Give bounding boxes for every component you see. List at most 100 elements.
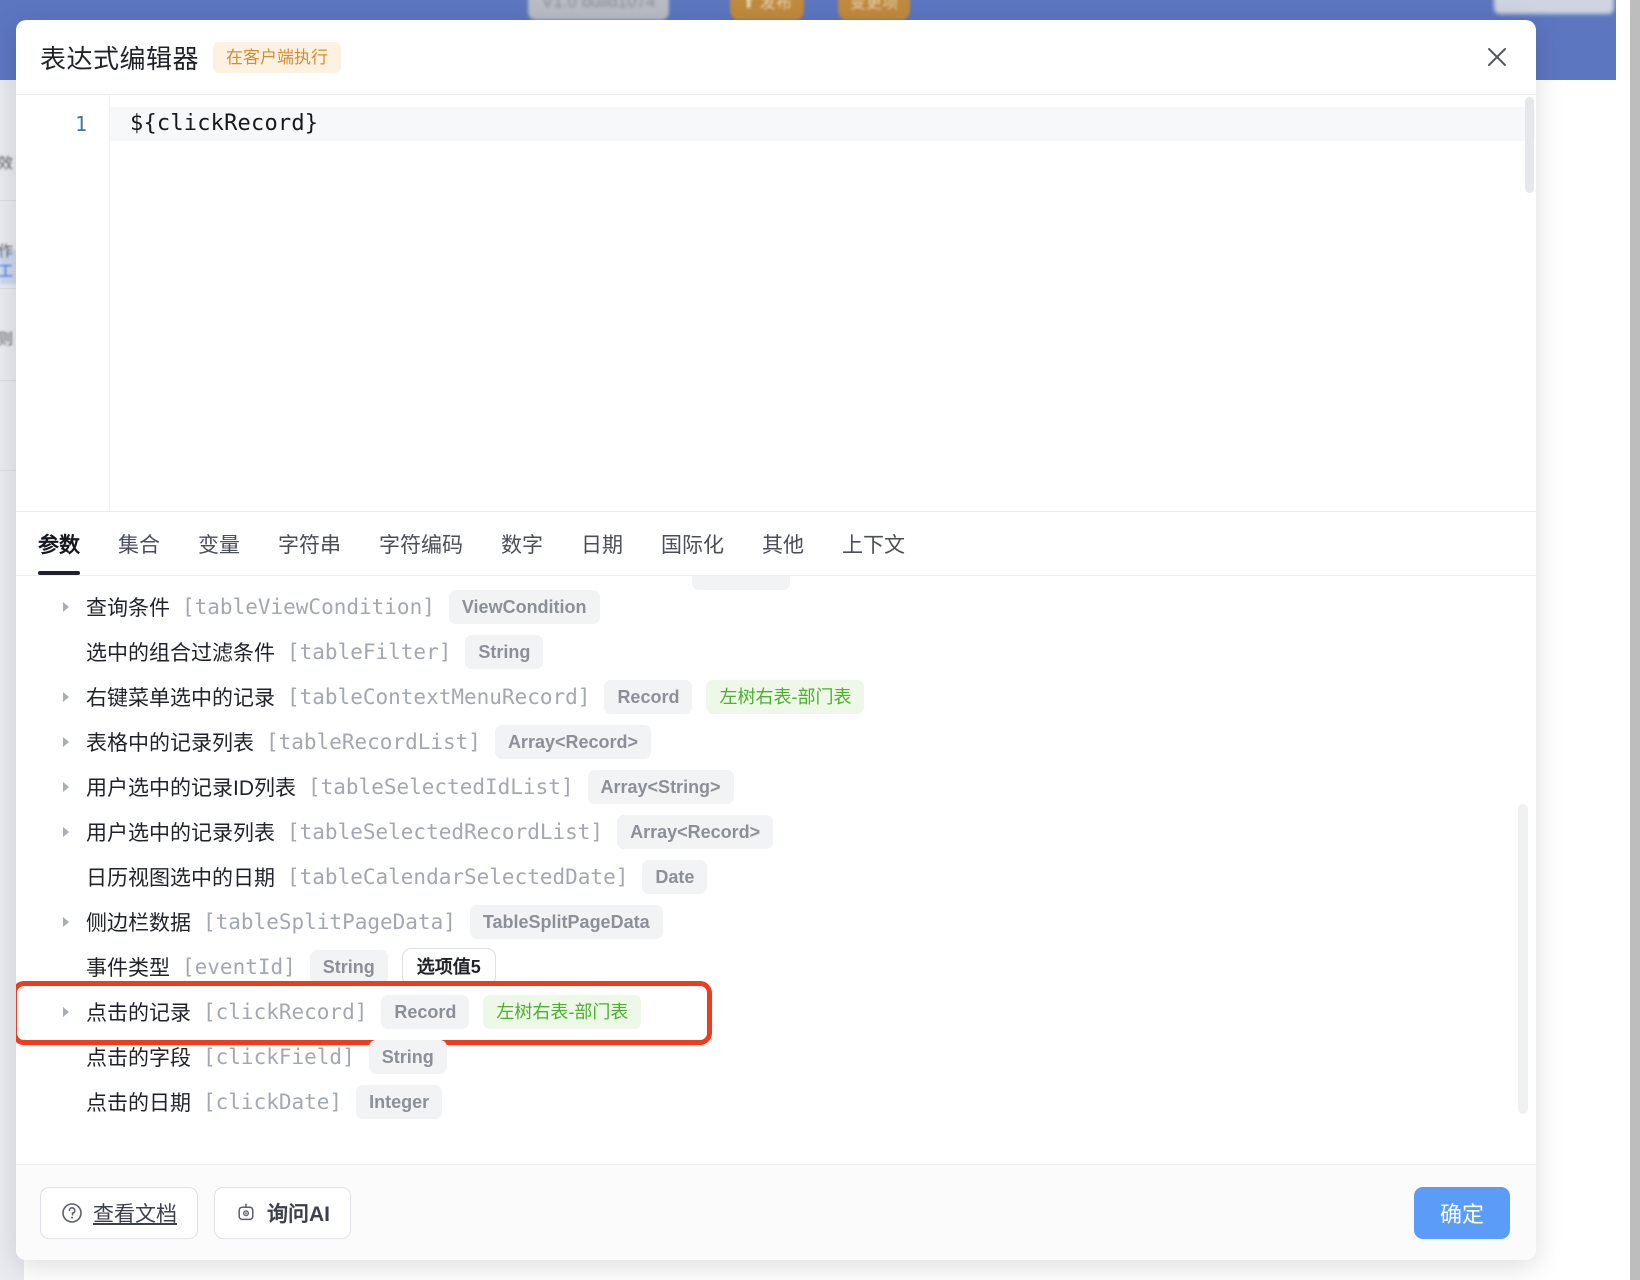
tab-0[interactable]: 参数 bbox=[38, 512, 80, 575]
parameter-key: [tableSelectedIdList] bbox=[308, 774, 574, 799]
parameter-type-chip: Array<Record> bbox=[494, 724, 652, 759]
parameter-type-chip: Integer bbox=[356, 1084, 443, 1119]
parameter-key: [tableRecordList] bbox=[266, 729, 481, 754]
chevron-right-icon[interactable] bbox=[60, 780, 86, 794]
background-topright-chip bbox=[1494, 0, 1614, 14]
tab-label: 字符编码 bbox=[379, 533, 463, 557]
parameter-type-chip: Array<String> bbox=[587, 769, 734, 804]
robot-icon bbox=[235, 1202, 257, 1224]
parameter-type-chip: 左树右表-部门表 bbox=[483, 994, 642, 1029]
background-sidebar-item-1: 作 bbox=[0, 243, 14, 260]
tab-label: 参数 bbox=[38, 533, 80, 557]
tab-1[interactable]: 集合 bbox=[118, 512, 160, 575]
parameter-label: 用户选中的记录ID列表 bbox=[86, 776, 296, 800]
background-sidebar-item-3: 则 bbox=[0, 331, 14, 348]
parameter-row[interactable]: 右键菜单选中的记录 [tableContextMenuRecord] Record 左… bbox=[16, 674, 1536, 719]
parameter-key: [clickRecord] bbox=[203, 999, 368, 1024]
parameter-row[interactable]: 侧边栏数据 [tableSplitPageData] TableSplitPageD… bbox=[16, 899, 1536, 944]
parameter-row[interactable]: 用户选中的记录ID列表 [tableSelectedIdList] Array<St… bbox=[16, 764, 1536, 809]
parameter-label: 表格中的记录列表 bbox=[86, 731, 254, 755]
tab-4[interactable]: 字符编码 bbox=[379, 512, 463, 575]
ask-ai-label: 询问AI bbox=[267, 1202, 330, 1226]
chevron-right-icon[interactable] bbox=[60, 690, 86, 704]
tab-3[interactable]: 字符串 bbox=[278, 512, 341, 575]
parameter-type-chip: String bbox=[368, 1039, 447, 1074]
tab-9[interactable]: 上下文 bbox=[842, 512, 905, 575]
parameter-label: 事件类型 bbox=[86, 956, 170, 980]
parameter-label: 点击的记录 bbox=[86, 1001, 191, 1025]
editor-scrollbar-thumb[interactable] bbox=[1525, 97, 1534, 193]
background-sidebar-item-2: 工 bbox=[0, 263, 14, 280]
parameter-key: [tableCalendarSelectedDate] bbox=[287, 864, 629, 889]
tab-label: 变量 bbox=[198, 533, 240, 557]
parameter-row[interactable]: 表格中的记录列表 [tableRecordList] Array<Record> bbox=[16, 719, 1536, 764]
tab-2[interactable]: 变量 bbox=[198, 512, 240, 575]
tab-8[interactable]: 其他 bbox=[762, 512, 804, 575]
parameter-type-chip: 左树右表-部门表 bbox=[706, 679, 865, 714]
background-version-chip: V1.0 build1074 bbox=[528, 0, 670, 20]
parameter-type-chip: String bbox=[465, 634, 544, 669]
parameter-label: 点击的字段 bbox=[86, 1046, 191, 1070]
close-icon[interactable] bbox=[1480, 40, 1514, 74]
parameter-row[interactable]: 日历视图选中的日期 [tableCalendarSelectedDate] Date bbox=[16, 854, 1536, 899]
confirm-button[interactable]: 确定 bbox=[1413, 1186, 1510, 1239]
editor-scrollbar[interactable] bbox=[1525, 95, 1534, 511]
parameter-type-chip: TableSplitPageData bbox=[469, 904, 663, 939]
chevron-right-icon[interactable] bbox=[60, 600, 86, 614]
code-line-1[interactable]: ${clickRecord} bbox=[110, 107, 1536, 141]
chevron-right-icon[interactable] bbox=[60, 915, 86, 929]
parameter-type-chip: 选项值5 bbox=[401, 947, 496, 986]
parameter-row[interactable]: 事件类型 [eventId] String 选项值5 bbox=[16, 944, 1536, 989]
parameter-key: [tableFilter] bbox=[287, 639, 452, 664]
parameter-label: 用户选中的记录列表 bbox=[86, 821, 275, 845]
chevron-right-icon[interactable] bbox=[60, 825, 86, 839]
parameter-key: [clickField] bbox=[203, 1044, 355, 1069]
parameter-type-chip: Record bbox=[381, 994, 470, 1029]
view-docs-button[interactable]: 查看文档 bbox=[40, 1186, 198, 1239]
tab-7[interactable]: 国际化 bbox=[661, 512, 724, 575]
background-publish-button[interactable]: ⬆ 发布 bbox=[730, 0, 804, 20]
tab-label: 国际化 bbox=[661, 533, 724, 557]
parameter-label: 日历视图选中的日期 bbox=[86, 866, 275, 890]
parameter-key: [clickDate] bbox=[203, 1089, 343, 1114]
parameter-list: 查询条件 [tableViewCondition] ViewCondition 选中的… bbox=[16, 576, 1536, 1164]
expression-code-editor[interactable]: 1 ${clickRecord} bbox=[16, 94, 1536, 512]
dialog-header: 表达式编辑器 在客户端执行 bbox=[16, 20, 1536, 94]
dialog-title: 表达式编辑器 bbox=[40, 43, 200, 74]
chevron-right-icon[interactable] bbox=[60, 1005, 86, 1019]
question-circle-icon bbox=[61, 1202, 83, 1224]
background-change-button[interactable]: 变更项 bbox=[838, 0, 911, 20]
parameter-row[interactable]: 选中的组合过滤条件 [tableFilter] String bbox=[16, 629, 1536, 674]
parameter-row[interactable]: 查询条件 [tableViewCondition] ViewCondition bbox=[16, 584, 1536, 629]
ask-ai-button[interactable]: 询问AI bbox=[214, 1186, 351, 1239]
parameter-row[interactable]: 点击的日期 [clickDate] Integer bbox=[16, 1079, 1536, 1124]
tab-label: 数字 bbox=[501, 533, 543, 557]
parameter-list-scrollbar[interactable] bbox=[1518, 804, 1528, 1114]
execution-mode-badge: 在客户端执行 bbox=[213, 41, 342, 73]
parameter-type-chip: Array<Record> bbox=[617, 814, 774, 849]
tab-label: 日期 bbox=[581, 533, 623, 557]
page-scrollbar[interactable] bbox=[1630, 0, 1640, 1280]
tab-6[interactable]: 日期 bbox=[581, 512, 623, 575]
parameter-row[interactable]: 用户选中的记录列表 [tableSelectedRecordList] Array<… bbox=[16, 809, 1536, 854]
tab-5[interactable]: 数字 bbox=[501, 512, 543, 575]
tab-label: 字符串 bbox=[278, 533, 341, 557]
parameter-label: 右键菜单选中的记录 bbox=[86, 686, 275, 710]
parameter-label: 点击的日期 bbox=[86, 1091, 191, 1115]
background-sidebar-item-0: 效 bbox=[0, 155, 14, 172]
chevron-right-icon[interactable] bbox=[60, 735, 86, 749]
line-number: 1 bbox=[74, 112, 87, 136]
editor-code-area[interactable]: ${clickRecord} bbox=[110, 95, 1536, 511]
parameter-key: [tableContextMenuRecord] bbox=[287, 684, 591, 709]
parameter-row[interactable]: 点击的记录 [clickRecord] Record 左树右表-部门表 bbox=[16, 981, 1536, 1045]
parameter-type-chip: ViewCondition bbox=[448, 589, 600, 624]
parameter-type-chip: Date bbox=[642, 859, 708, 894]
category-tabs: 参数 集合 变量 字符串 字符编码 数字 日期 国际化 其他 上下文 bbox=[16, 512, 1536, 576]
parameter-row[interactable]: 点击的字段 [clickField] String bbox=[16, 1034, 1536, 1079]
parameter-label: 侧边栏数据 bbox=[86, 911, 191, 935]
tab-label: 集合 bbox=[118, 533, 160, 557]
view-docs-label: 查看文档 bbox=[93, 1202, 177, 1226]
parameter-type-chip: Record bbox=[604, 679, 693, 714]
parameter-key: [eventId] bbox=[182, 954, 296, 979]
parameter-key: [tableSplitPageData] bbox=[203, 909, 456, 934]
